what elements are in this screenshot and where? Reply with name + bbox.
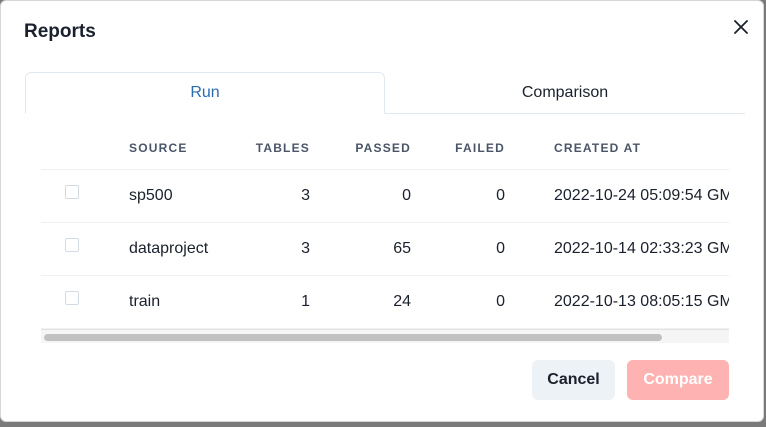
cell-failed: 0 [411,222,505,276]
cell-failed: 0 [411,169,505,223]
cell-tables: 1 [229,275,310,329]
modal-title: Reports [24,21,96,42]
cell-tables: 3 [229,169,310,223]
cell-created-at: 2022-10-24 05:09:54 GMT [505,169,729,223]
row-checkbox[interactable] [65,238,79,252]
table-header-row: SOURCE TABLES PASSED FAILED CREATED AT [41,127,729,170]
column-header-failed[interactable]: FAILED [411,127,505,170]
table-row[interactable]: sp500 3 0 0 2022-10-24 05:09:54 GMT [41,169,729,223]
column-header-tables[interactable]: TABLES [229,127,310,170]
cancel-button[interactable]: Cancel [532,360,615,400]
row-checkbox[interactable] [65,185,79,199]
horizontal-scrollbar[interactable] [41,329,729,343]
reports-modal: Reports Run Comparison SOURCE TABLES PAS… [0,0,764,422]
close-button[interactable] [728,14,754,40]
cell-tables: 3 [229,222,310,276]
cell-passed: 24 [310,275,411,329]
cell-created-at: 2022-10-13 08:05:15 GMT [505,275,729,329]
cell-source: dataproject [129,222,229,276]
select-column-header [41,127,129,170]
table-row[interactable]: train 1 24 0 2022-10-13 08:05:15 GMT [41,275,729,329]
cell-passed: 0 [310,169,411,223]
row-checkbox[interactable] [65,291,79,305]
column-header-passed[interactable]: PASSED [310,127,411,170]
tab-run[interactable]: Run [25,72,385,114]
cell-created-at: 2022-10-14 02:33:23 GMT [505,222,729,276]
cell-source: sp500 [129,169,229,223]
column-header-source[interactable]: SOURCE [129,127,229,170]
compare-button[interactable]: Compare [627,360,729,400]
report-tabs: Run Comparison [25,72,745,114]
cell-passed: 65 [310,222,411,276]
close-icon [734,20,748,34]
table-row[interactable]: dataproject 3 65 0 2022-10-14 02:33:23 G… [41,222,729,276]
cell-source: train [129,275,229,329]
tab-comparison[interactable]: Comparison [385,72,745,114]
runs-table: SOURCE TABLES PASSED FAILED CREATED AT s… [41,127,729,329]
scrollbar-thumb[interactable] [44,334,662,341]
cell-failed: 0 [411,275,505,329]
runs-table-container: SOURCE TABLES PASSED FAILED CREATED AT s… [41,127,729,343]
column-header-created-at[interactable]: CREATED AT [505,127,729,170]
